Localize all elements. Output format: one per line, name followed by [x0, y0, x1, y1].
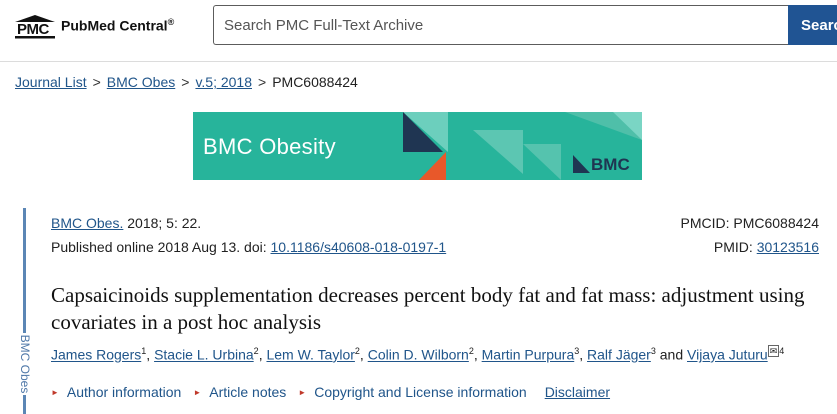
breadcrumb-separator: > [258, 74, 267, 90]
article-notes-toggle[interactable]: Article notes [209, 384, 286, 400]
author-link[interactable]: James Rogers [51, 347, 141, 363]
citation-info: BMC Obes. 2018; 5: 22. Published online … [51, 211, 446, 259]
breadcrumb-volume[interactable]: v.5; 2018 [195, 74, 252, 90]
citation-text: 2018; 5: 22. [123, 215, 202, 231]
search-input[interactable] [213, 5, 788, 45]
breadcrumb-separator: > [92, 74, 101, 90]
article-title: Capsaicinoids supplementation decreases … [51, 283, 805, 334]
pmid-link[interactable]: 30123516 [757, 239, 819, 255]
author-link[interactable]: Vijaya Juturu [687, 347, 768, 363]
journal-sidebar-label[interactable]: BMC Obes [18, 333, 32, 395]
breadcrumb-journal-list[interactable]: Journal List [15, 74, 87, 90]
pmcid: PMCID: PMC6088424 [680, 215, 819, 231]
author-link[interactable]: Colin D. Wilborn [368, 347, 469, 363]
disclaimer-link[interactable]: Disclaimer [545, 384, 610, 400]
author-information-toggle[interactable]: Author information [67, 384, 181, 400]
expand-triangle-icon: ► [51, 387, 59, 397]
author-link[interactable]: Ralf Jäger [587, 347, 651, 363]
and-text: and [659, 346, 684, 363]
journal-banner[interactable]: BMC Obesity BMC [193, 112, 642, 180]
article-ids: PMCID: PMC6088424 PMID: 30123516 [680, 211, 819, 259]
author-link[interactable]: Lem W. Taylor [266, 347, 354, 363]
email-icon[interactable]: ✉ [767, 345, 780, 357]
copyright-toggle[interactable]: Copyright and License information [314, 384, 526, 400]
author-link[interactable]: Martin Purpura [482, 347, 575, 363]
breadcrumb-bmc-obes[interactable]: BMC Obes [107, 74, 175, 90]
published-text: Published online 2018 Aug 13. doi: [51, 239, 271, 255]
banner-title: BMC Obesity [203, 134, 336, 159]
logo-name: PubMed Central® [61, 17, 175, 34]
doi-link[interactable]: 10.1186/s40608-018-0197-1 [271, 239, 447, 255]
logo-abbr: PMC [17, 20, 49, 38]
breadcrumb: Journal List > BMC Obes > v.5; 2018 > PM… [15, 74, 358, 90]
author-link[interactable]: Stacie L. Urbina [154, 347, 254, 363]
expand-triangle-icon: ► [298, 387, 307, 397]
breadcrumb-current: PMC6088424 [272, 74, 358, 90]
banner-brand: BMC [591, 155, 630, 174]
journal-link[interactable]: BMC Obes. [51, 215, 123, 231]
pmid-label: PMID: [713, 239, 757, 255]
site-header: PMC PubMed Central® Search [0, 0, 837, 62]
article-info-links: ► Author information ► Article notes ► Copy… [51, 384, 610, 400]
author-list: James Rogers1, Stacie L. Urbina2, Lem W.… [51, 345, 785, 363]
pmc-logo[interactable]: PMC PubMed Central® [14, 11, 175, 39]
breadcrumb-separator: > [181, 74, 190, 90]
search-button[interactable]: Search [788, 5, 837, 45]
pmc-logo-icon: PMC [14, 14, 56, 39]
expand-triangle-icon: ► [193, 387, 202, 397]
